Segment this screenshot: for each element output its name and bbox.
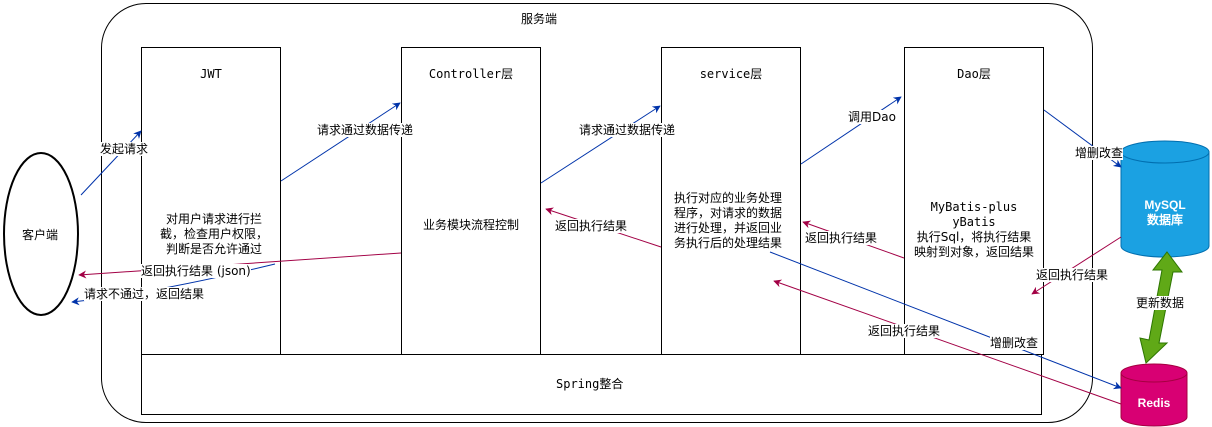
client-label: 客户端 — [22, 228, 59, 242]
arrow-client-to-jwt — [80, 130, 142, 196]
label-jwt-reject: 请求不通过，返回结果 — [84, 287, 205, 301]
mysql-label-line2: 数据库 — [1146, 213, 1183, 227]
arrow-mysql-return — [1031, 236, 1122, 295]
label-update-data: 更新数据 — [1136, 296, 1185, 310]
label-service-to-redis: 增删改查 — [990, 336, 1039, 350]
label-redis-return: 返回执行结果 — [868, 324, 941, 338]
arrow-jwt-to-controller — [280, 102, 401, 182]
label-jwt-to-controller: 请求通过数据传递 — [317, 123, 414, 137]
arrow-redis-return — [773, 279, 1122, 405]
label-send-request: 发起请求 — [100, 142, 149, 156]
redis-label: Redis — [1137, 396, 1171, 410]
arrow-service-to-dao — [800, 96, 902, 165]
label-service-to-dao: 调用Dao — [848, 110, 896, 124]
label-controller-to-service: 请求通过数据传递 — [579, 123, 676, 137]
label-controller-return: 返回执行结果 (json) — [141, 264, 251, 278]
arrow-controller-to-service — [540, 105, 661, 184]
label-dao-to-mysql: 增删改查 — [1075, 146, 1124, 160]
mysql-label-line1: MySQL — [1144, 198, 1186, 212]
mysql-label: MySQL 数据库 — [1121, 198, 1209, 228]
label-mysql-return: 返回执行结果 — [1036, 268, 1109, 282]
redis-cylinder — [1120, 363, 1188, 427]
diagram-canvas — [3, 96, 1210, 427]
label-service-return: 返回执行结果 — [555, 219, 628, 233]
label-dao-return: 返回执行结果 — [805, 231, 878, 245]
